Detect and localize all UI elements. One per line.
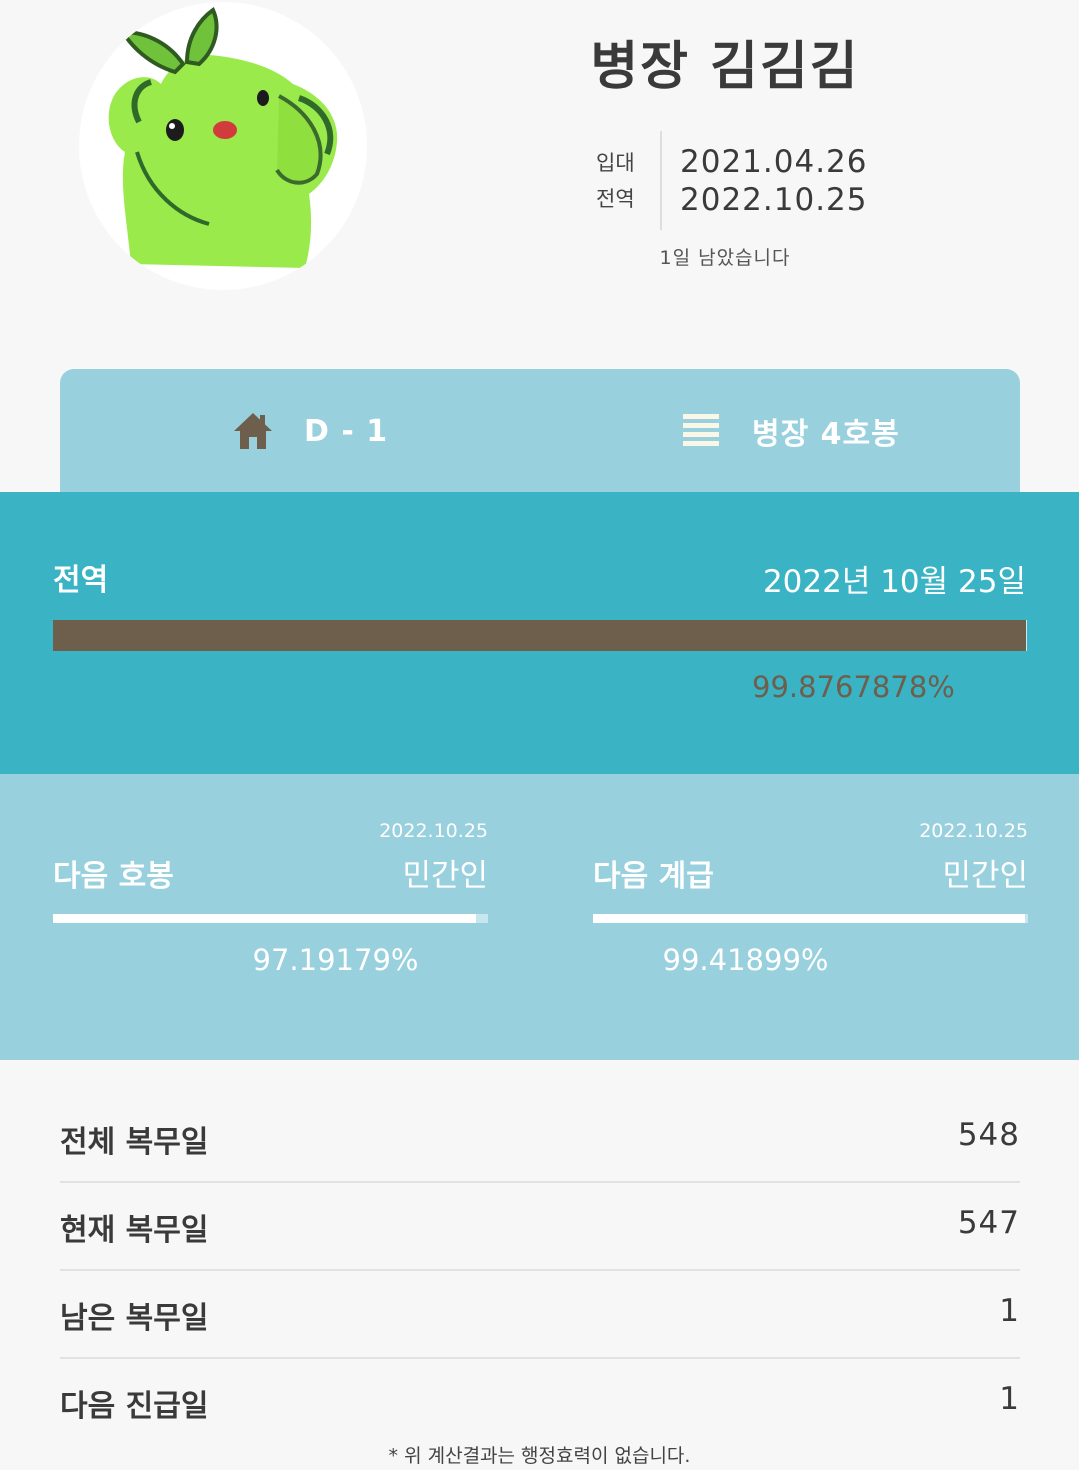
next-rank-progress-fill [593,914,1026,923]
next-rank-date: 2022.10.25 [919,820,1028,842]
profile-name: 병장 김김김 [590,37,860,97]
stat-value: 548 [957,1117,1020,1153]
discharge-section: 전역 2022년 10월 25일 99.8767878% [0,492,1079,774]
discharge-progress-fill [53,620,1026,651]
date-divider [660,131,662,230]
tab-rank-label: 병장 4호봉 [752,417,900,452]
stat-label: 다음 진급일 [60,1389,209,1424]
tab-dday-label: D - 1 [304,413,389,449]
next-pay-grade-progress-bar [53,914,488,923]
stat-label: 현재 복무일 [60,1213,209,1248]
discharge-title: 전역 [53,563,109,598]
next-rank-target: 민간인 [942,858,1028,894]
discharge-date: 2022.10.25 [680,182,868,218]
tab-bar: D - 1 병장 4호봉 [60,369,1020,492]
next-rank-card: 2022.10.25 다음 계급 민간인 99.41899% [593,774,1028,1060]
next-rank-progress-bar [593,914,1028,923]
stat-row-total: 전체 복무일 548 [60,1095,1020,1183]
service-stats-list: 전체 복무일 548 현재 복무일 547 남은 복무일 1 다음 진급일 1 [60,1095,1020,1445]
stat-value: 547 [957,1205,1020,1241]
disclaimer-footnote: * 위 계산결과는 행정효력이 없습니다. [388,1445,691,1467]
stat-value: 1 [999,1293,1020,1329]
stat-row-remaining: 남은 복무일 1 [60,1271,1020,1359]
date-values: 2021.04.26 2022.10.25 [680,143,868,219]
date-labels: 입대 전역 [596,145,642,217]
discharge-progress-bar [53,620,1027,651]
discharge-progress-percent: 99.8767878% [752,670,955,704]
rank-stripes-icon [683,414,719,446]
stat-label: 남은 복무일 [60,1301,209,1336]
stat-row-current: 현재 복무일 547 [60,1183,1020,1271]
stat-value: 1 [999,1381,1020,1417]
enlist-date: 2021.04.26 [680,144,868,180]
discharge-full-date: 2022년 10월 25일 [762,564,1026,600]
enlist-label: 입대 [596,151,635,175]
tab-dday[interactable]: D - 1 [232,409,388,453]
discharge-label: 전역 [596,187,635,211]
next-rank-title: 다음 계급 [593,859,714,894]
tab-rank[interactable]: 병장 4호봉 [680,409,900,453]
remaining-days-note: 1일 남았습니다 [659,247,791,269]
next-progress-section: 2022.10.25 다음 호봉 민간인 97.19179% 2022.10.2… [0,774,1079,1060]
next-rank-percent: 99.41899% [662,943,829,977]
stat-row-next-promotion: 다음 진급일 1 [60,1359,1020,1445]
stat-label: 전체 복무일 [60,1125,209,1160]
profile-avatar[interactable] [79,2,367,290]
next-pay-grade-target: 민간인 [402,858,488,894]
home-icon [234,413,272,449]
next-pay-grade-title: 다음 호봉 [53,859,174,894]
next-pay-grade-progress-fill [53,914,476,923]
next-pay-grade-date: 2022.10.25 [379,820,488,842]
next-pay-grade-card: 2022.10.25 다음 호봉 민간인 97.19179% [53,774,488,1060]
